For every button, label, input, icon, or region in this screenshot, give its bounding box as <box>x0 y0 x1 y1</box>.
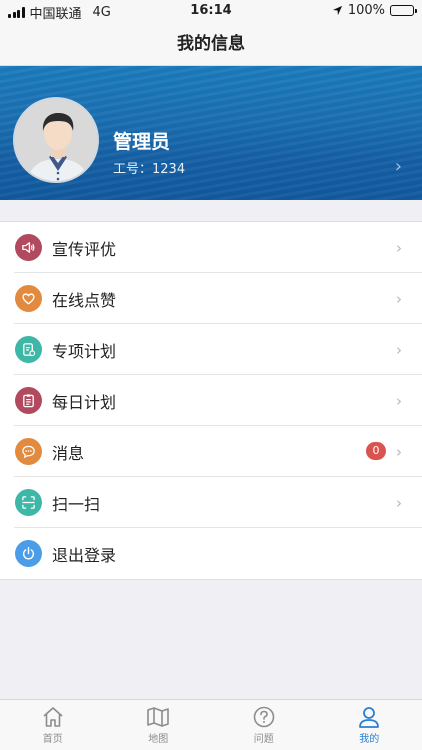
menu-label: 在线点赞 <box>52 290 117 310</box>
menu-label: 退出登录 <box>52 545 117 565</box>
avatar-person-icon <box>15 99 97 181</box>
tab-label: 我的 <box>359 734 380 745</box>
tab-map[interactable]: 地图 <box>106 700 212 750</box>
heart-icon <box>15 285 42 312</box>
menu-label: 消息 <box>52 443 85 463</box>
unread-badge: 0 <box>366 442 386 460</box>
menu-item-logout[interactable]: 退出登录 <box>0 528 422 579</box>
power-icon <box>15 540 42 567</box>
chat-icon <box>15 438 42 465</box>
menu-item-online-like[interactable]: 在线点赞 › <box>0 273 422 324</box>
menu-label: 专项计划 <box>52 341 117 361</box>
menu-item-messages[interactable]: 消息 0 › <box>0 426 422 477</box>
chevron-right-icon: › <box>394 156 402 177</box>
user-icon <box>359 707 380 728</box>
battery-icon <box>390 5 417 16</box>
tab-label: 地图 <box>148 734 169 745</box>
scan-icon <box>15 489 42 516</box>
status-right: 100% <box>332 3 417 18</box>
chevron-right-icon: › <box>396 238 402 257</box>
tab-label: 首页 <box>42 734 63 745</box>
avatar <box>13 97 99 183</box>
battery-percent: 100% <box>347 3 385 18</box>
document-icon <box>15 336 42 363</box>
chevron-right-icon: › <box>396 442 402 461</box>
tab-home[interactable]: 首页 <box>0 700 106 750</box>
menu-label: 每日计划 <box>52 392 117 412</box>
menu-label: 宣传评优 <box>52 239 117 259</box>
speaker-icon <box>15 234 42 261</box>
tab-label: 问题 <box>253 734 274 745</box>
nav-bar: 我的信息 <box>0 22 422 66</box>
menu-item-scan[interactable]: 扫一扫 › <box>0 477 422 528</box>
chevron-right-icon: › <box>396 391 402 410</box>
menu-label: 扫一扫 <box>52 494 101 514</box>
question-icon <box>253 706 275 728</box>
profile-employee-id: 工号：1234 <box>113 162 186 177</box>
tab-questions[interactable]: 问题 <box>211 700 317 750</box>
location-arrow-icon <box>332 5 342 16</box>
map-icon <box>147 707 170 727</box>
tab-bar: 首页 地图 问题 我的 <box>0 699 422 750</box>
chevron-right-icon: › <box>396 493 402 512</box>
chevron-right-icon: › <box>396 289 402 308</box>
menu-list: 宣传评优 › 在线点赞 › 专项计划 › 每日计划 › 消息 0 › 扫一扫 ›… <box>0 221 422 580</box>
menu-item-special-plan[interactable]: 专项计划 › <box>0 324 422 375</box>
home-icon <box>43 707 63 727</box>
status-bar: 中国联通 4G 16:14 100% <box>0 0 422 22</box>
clipboard-icon <box>15 387 42 414</box>
profile-header[interactable]: 管理员 工号：1234 › <box>0 66 422 200</box>
profile-name: 管理员 <box>113 131 171 153</box>
tab-mine[interactable]: 我的 <box>317 700 422 750</box>
chevron-right-icon: › <box>396 340 402 359</box>
menu-item-daily-plan[interactable]: 每日计划 › <box>0 375 422 426</box>
menu-item-promotion[interactable]: 宣传评优 › <box>0 222 422 273</box>
page-title: 我的信息 <box>177 34 245 54</box>
